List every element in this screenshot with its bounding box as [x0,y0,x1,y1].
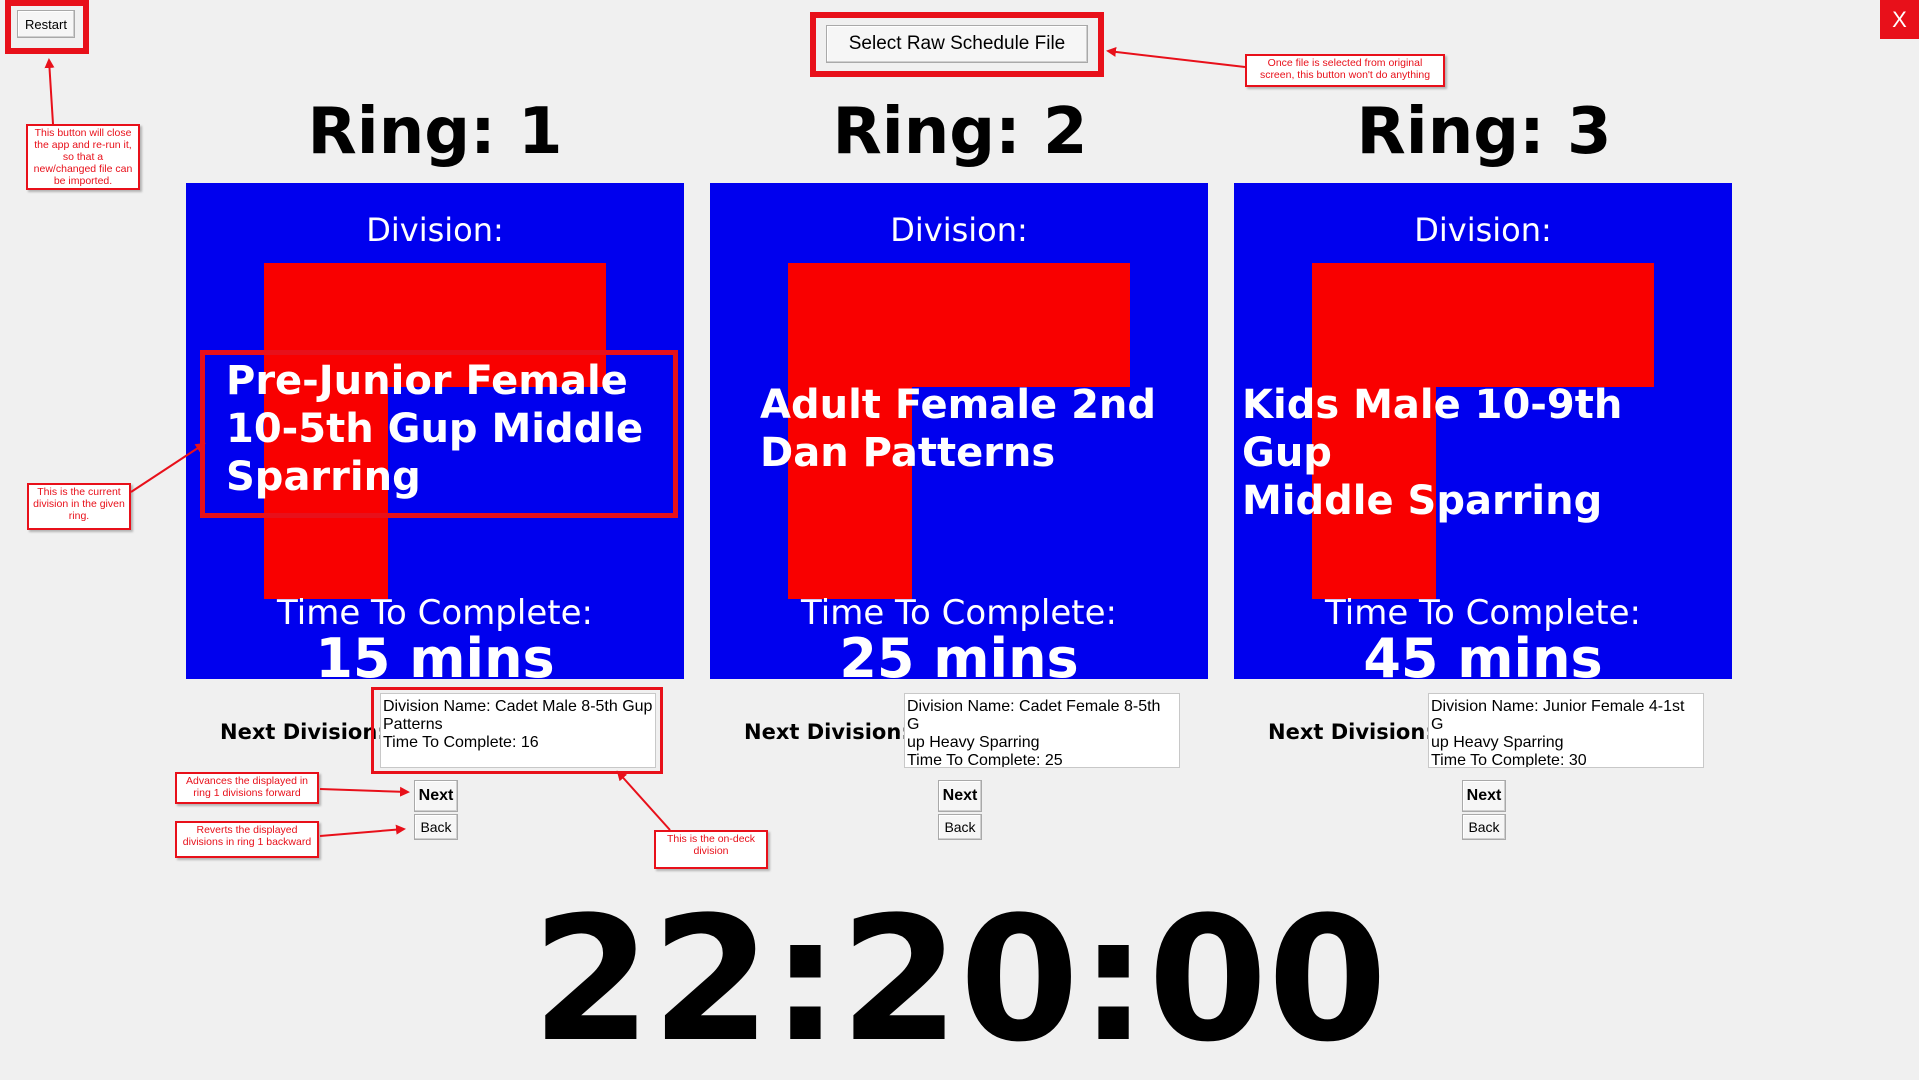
next-button-note: Advances the displayed in ring 1 divisio… [175,772,319,804]
ring-1-division-label: Division: [366,211,504,249]
ring-3-title: Ring: 3 [1356,95,1612,169]
close-icon: X [1892,6,1907,32]
clock-display: 22:20:00 [531,879,1388,1080]
select-file-note: Once file is selected from original scre… [1245,54,1445,87]
ring-3-back-button[interactable]: Back [1462,814,1506,840]
select-raw-schedule-file-button[interactable]: Select Raw Schedule File [826,25,1088,63]
ring-2-title: Ring: 2 [832,95,1088,169]
close-button[interactable]: X [1880,0,1919,39]
next-arrow [319,786,410,797]
restart-button[interactable]: Restart [17,10,75,38]
ring-1-title: Ring: 1 [307,95,563,169]
ring-1-back-button[interactable]: Back [414,814,458,840]
ring-2-panel: Division: Adult Female 2nd Dan Patterns … [710,183,1208,679]
back-arrow [319,824,406,837]
ring-2-next-label: Next Division: [744,720,910,744]
ring-1-next-button[interactable]: Next [414,780,458,812]
ring-3-division-label: Division: [1414,211,1552,249]
back-button-note: Reverts the displayed divisions in ring … [175,821,319,858]
ring-1-next-label: Next Division: [220,720,386,744]
current-division-note: This is the current division in the give… [27,483,131,530]
current-division-highlight [200,350,678,518]
ring-2-division-name: Adult Female 2nd Dan Patterns [760,382,1157,476]
ring-2-next-button[interactable]: Next [938,780,982,812]
ring-3-division-name: Kids Male 10-9th Gup Middle Sparring [1242,382,1623,524]
ring-2-time-value: 25 mins [839,627,1079,680]
ring-1-time-value: 15 mins [315,627,555,680]
ring-3-next-division-box: Division Name: Junior Female 4-1st G up … [1428,693,1704,768]
ring-2-division-label: Division: [890,211,1028,249]
ring-2-next-division-box: Division Name: Cadet Female 8-5th G up H… [904,693,1180,768]
ring-3-time-value: 45 mins [1363,627,1603,680]
ring-2-back-button[interactable]: Back [938,814,982,840]
restart-arrow [44,58,55,125]
ring-3-next-button[interactable]: Next [1462,780,1506,812]
restart-note: This button will close the app and re-ru… [26,124,140,190]
on-deck-note: This is the on-deck division [654,830,768,869]
ring-3-next-label: Next Division: [1268,720,1434,744]
ring-3-panel: Division: Kids Male 10-9th Gup Middle Sp… [1234,183,1732,679]
select-file-arrow [1106,46,1246,68]
on-deck-arrow [616,770,671,831]
on-deck-highlight [371,687,663,774]
